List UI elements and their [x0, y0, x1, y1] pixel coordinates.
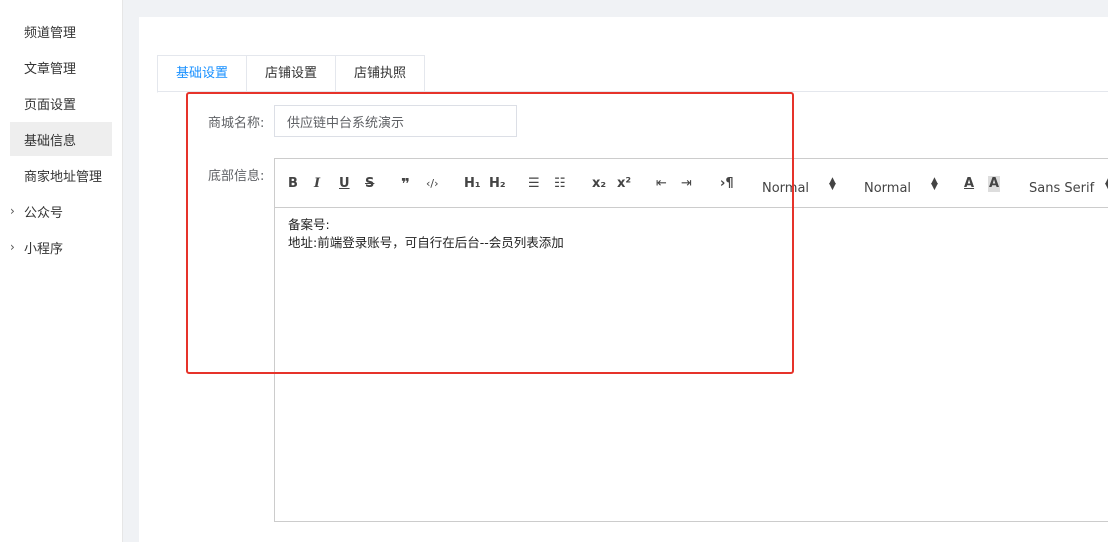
sidebar-item-merchant-address[interactable]: 商家地址管理 [10, 158, 112, 192]
sidebar-item-label: 文章管理 [24, 61, 77, 77]
header-select[interactable]: Normal [864, 181, 911, 196]
tab-shop-license[interactable]: 店铺执照 [335, 55, 426, 93]
tab-basic-settings[interactable]: 基础设置 [157, 55, 247, 93]
sidebar-item-articles[interactable]: 文章管理 [10, 50, 112, 84]
sidebar-item-page-settings[interactable]: 页面设置 [10, 86, 112, 120]
sidebar-item-label: 页面设置 [24, 97, 77, 113]
sidebar-item-label: 基础信息 [24, 133, 77, 149]
sidebar: 频道管理 文章管理 页面设置 基础信息 商家地址管理 › 公众号 › 小程序 [0, 0, 123, 542]
sidebar-group-label: 公众号 [24, 205, 64, 221]
font-color-button[interactable]: A [964, 176, 974, 192]
sidebar-item-channel[interactable]: 频道管理 [10, 14, 112, 48]
sidebar-group-official-account[interactable]: › 公众号 [0, 194, 122, 228]
sidebar-item-label: 频道管理 [24, 25, 77, 41]
tab-shop-settings[interactable]: 店铺设置 [246, 55, 336, 93]
size-select-arrow-icon: ▲ ▼ [829, 176, 836, 192]
chevron-right-icon: › [10, 240, 15, 254]
sidebar-group-mini-program[interactable]: › 小程序 [0, 230, 122, 264]
header-select-arrow-icon: ▲ ▼ [931, 176, 938, 192]
sidebar-item-basic-info[interactable]: 基础信息 [10, 122, 112, 156]
chevron-right-icon: › [10, 204, 15, 218]
sidebar-item-label: 商家地址管理 [24, 169, 103, 185]
highlight-box [186, 92, 794, 374]
sidebar-group-label: 小程序 [24, 241, 64, 257]
background-color-button[interactable]: A [988, 176, 1001, 192]
font-family-select[interactable]: Sans Serif [1029, 181, 1094, 196]
tab-bar: 基础设置 店铺设置 店铺执照 [157, 55, 426, 93]
